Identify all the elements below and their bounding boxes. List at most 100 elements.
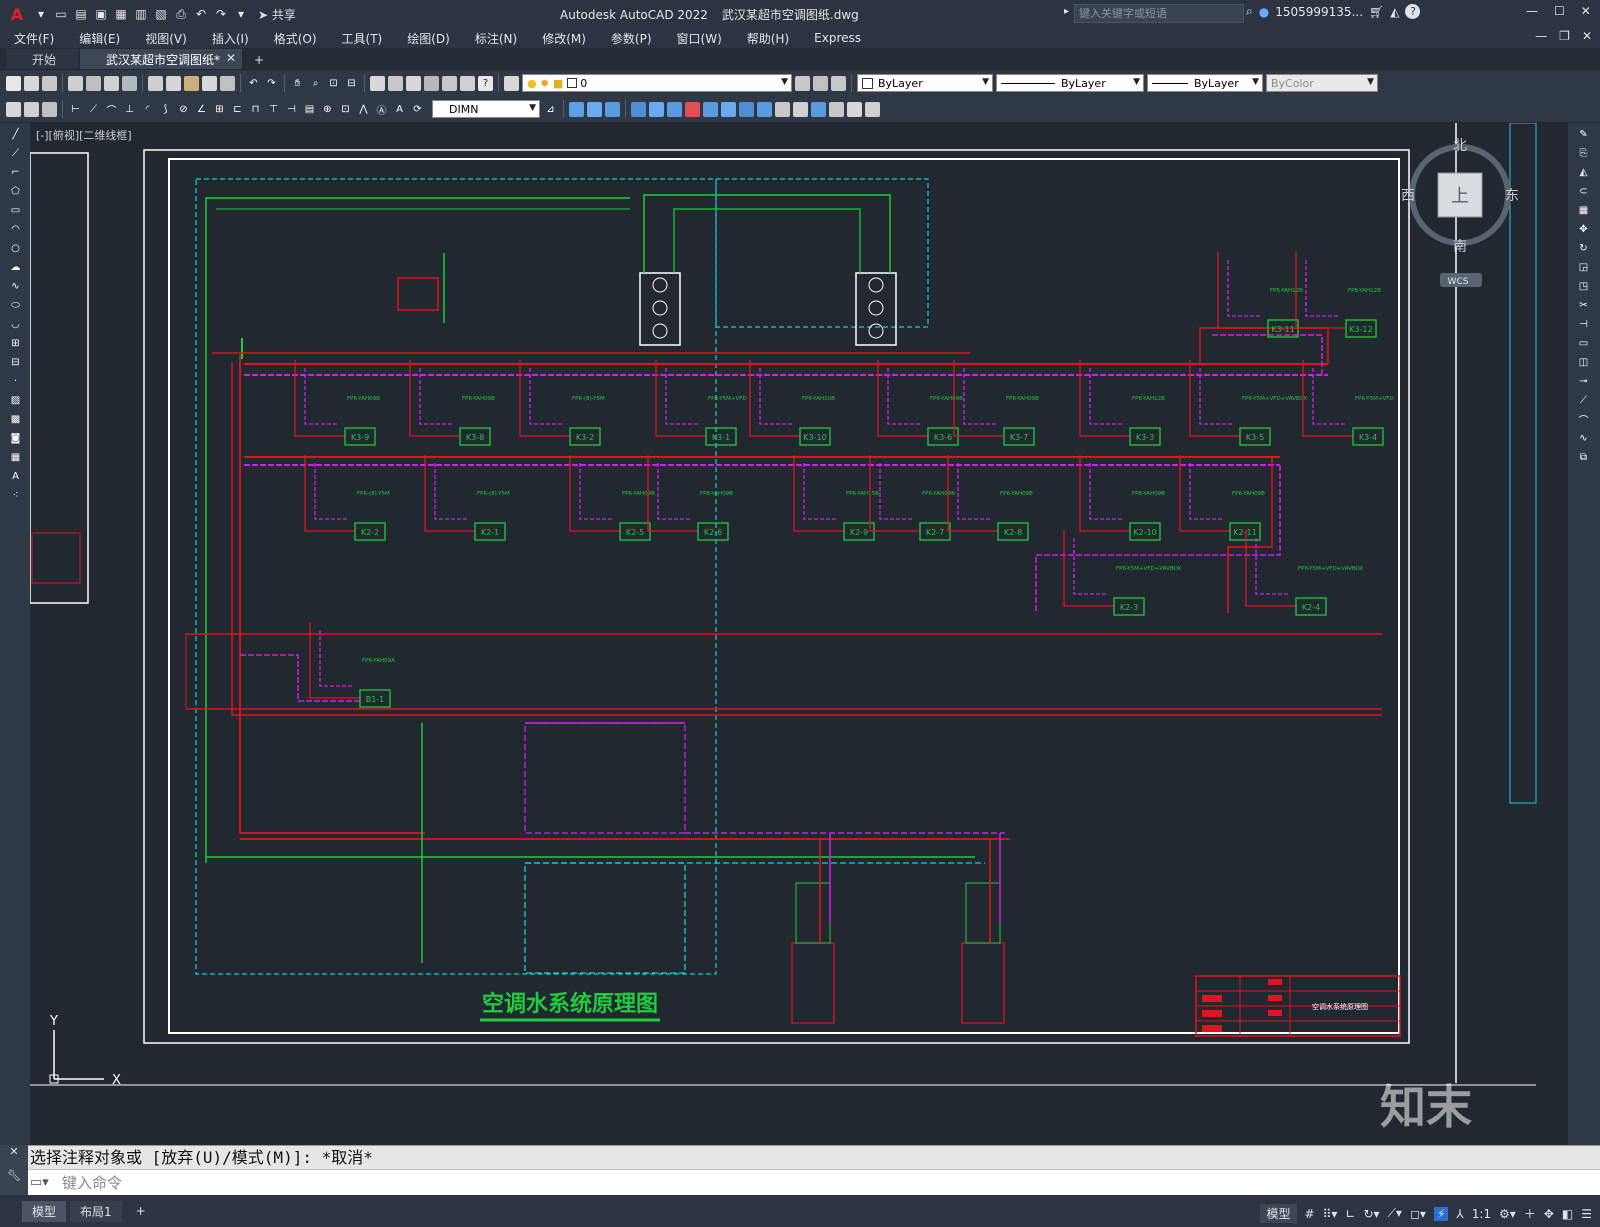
properties-icon[interactable] — [865, 101, 880, 117]
annotation-scale-icon[interactable]: ⅄ — [1456, 1207, 1463, 1221]
plus-icon[interactable]: ＋ — [1524, 1205, 1536, 1222]
search-input[interactable]: 键入关键字或短语 — [1074, 4, 1244, 23]
dropdown-arrow-icon[interactable]: ▾ — [32, 5, 50, 23]
menu-draw[interactable]: 绘图(D) — [407, 30, 450, 47]
revcloud-icon[interactable]: ☁ — [8, 260, 23, 275]
calculator-icon[interactable] — [460, 75, 475, 91]
tab-start[interactable]: 开始 — [6, 49, 79, 69]
help-icon[interactable]: ? — [1405, 4, 1421, 19]
fillet-icon[interactable] — [829, 101, 844, 117]
dim-linear-icon[interactable]: ⊢ — [68, 102, 83, 117]
dimstyle-dropdown[interactable]: DIMN ▼ — [432, 100, 540, 118]
zoom-window-icon[interactable]: ⊡ — [326, 76, 341, 91]
dimstyle-icon[interactable]: ⊿ — [543, 102, 558, 117]
menu-dimension[interactable]: 标注(N) — [475, 30, 517, 47]
plot-preview-icon[interactable] — [86, 75, 101, 91]
grid-icon[interactable]: # — [1305, 1207, 1315, 1221]
markup-icon[interactable] — [442, 75, 457, 91]
isodraft-icon[interactable]: ⟋▾ — [1388, 1206, 1402, 1221]
tool-icon[interactable] — [24, 101, 39, 117]
dim-baseline-icon[interactable]: ⊏ — [230, 102, 245, 117]
layer-properties-icon[interactable] — [504, 75, 519, 91]
compass-south[interactable]: 南 — [1453, 239, 1467, 255]
save-icon[interactable]: ▣ — [92, 5, 110, 23]
share-button[interactable]: ➤ 共享 — [258, 6, 296, 23]
dim-aligned-icon[interactable]: ⟋ — [86, 102, 101, 117]
redo-icon[interactable]: ↷ — [212, 5, 230, 23]
compass-north[interactable]: 北 — [1453, 138, 1467, 154]
plotstyle-dropdown[interactable]: ByColor ▼ — [1266, 74, 1378, 92]
drawing-canvas[interactable]: [-][俯视][二维线框] 空调水系统原理图 空调水系统原理图 K3-9 FP6… — [30, 123, 1568, 1145]
array-icon[interactable] — [649, 101, 664, 117]
menu-view[interactable]: 视图(V) — [145, 30, 187, 47]
menu-window[interactable]: 窗口(W) — [677, 30, 722, 47]
open-folder-icon[interactable]: ▤ — [72, 5, 90, 23]
match-properties-icon[interactable] — [202, 75, 217, 91]
ortho-icon[interactable]: ∟ — [1345, 1207, 1355, 1221]
open-web-icon[interactable]: ▥ — [132, 5, 150, 23]
tab-close-icon[interactable]: ✕ — [226, 51, 236, 65]
redo-icon[interactable]: ↷ — [264, 76, 279, 91]
trim-icon[interactable] — [739, 101, 754, 117]
compass-west[interactable]: 西 — [1401, 188, 1415, 204]
compass-east[interactable]: 东 — [1505, 188, 1519, 204]
polygon-icon[interactable]: ⬠ — [8, 184, 23, 199]
dim-diameter-icon[interactable]: ⊘ — [176, 102, 191, 117]
circle-icon[interactable]: ○ — [8, 241, 23, 256]
doc-close-icon[interactable]: ✕ — [1582, 29, 1592, 43]
erase-icon[interactable] — [569, 101, 584, 117]
scale-icon[interactable]: ◲ — [1576, 260, 1591, 275]
user-name[interactable]: 1505999135... — [1275, 5, 1363, 19]
stretch-icon[interactable]: ◳ — [1576, 279, 1591, 294]
isolate-icon[interactable]: ◧ — [1562, 1207, 1573, 1221]
doc-restore-icon[interactable]: ❐ — [1559, 29, 1570, 43]
hatch-icon[interactable]: ▨ — [8, 393, 23, 408]
inspection-icon[interactable]: ⊡ — [338, 102, 353, 117]
linetype-dropdown[interactable]: ByLayer ▼ — [996, 74, 1144, 92]
zoom-previous-icon[interactable]: ⊟ — [344, 76, 359, 91]
save-web-icon[interactable]: ▧ — [152, 5, 170, 23]
break-point-icon[interactable]: ▭ — [1576, 336, 1591, 351]
paste-icon[interactable] — [184, 75, 199, 91]
dim-update-icon[interactable]: ⟳ — [410, 102, 425, 117]
copy-icon[interactable] — [166, 75, 181, 91]
customization-menu-icon[interactable]: ☰ — [1581, 1207, 1592, 1221]
mtext-icon[interactable]: A — [8, 469, 23, 484]
undo-icon[interactable]: ↶ — [192, 5, 210, 23]
table-icon[interactable]: ▦ — [8, 450, 23, 465]
rectangle-icon[interactable]: ▭ — [8, 203, 23, 218]
array-icon[interactable]: ▦ — [1576, 203, 1591, 218]
trim-icon[interactable]: ✂ — [1576, 298, 1591, 313]
ellipse-arc-icon[interactable]: ◡ — [8, 317, 23, 332]
offset-icon[interactable]: ⊂ — [1576, 184, 1591, 199]
dim-edit-icon[interactable]: Ⓐ — [374, 102, 389, 117]
layer-dropdown[interactable]: ● ✹ ■ 0 ▼ — [522, 74, 792, 92]
tolerance-icon[interactable]: ▤ — [302, 102, 317, 117]
menu-insert[interactable]: 插入(I) — [212, 30, 249, 47]
lineweight-dropdown[interactable]: ByLayer ▼ — [1147, 74, 1263, 92]
snap-icon[interactable]: ⠿▾ — [1323, 1207, 1338, 1221]
new-file-icon[interactable]: ▭ — [52, 5, 70, 23]
dim-arc-icon[interactable]: ⌒ — [104, 102, 119, 117]
annotation-visibility-icon[interactable]: ⚡︎ — [1433, 1206, 1449, 1221]
close-icon[interactable]: ✕ — [1581, 4, 1591, 18]
rotate-icon[interactable]: ↻ — [1576, 241, 1591, 256]
tab-layout1[interactable]: 布局1 — [70, 1200, 122, 1222]
model-space-button[interactable]: 模型 — [1260, 1204, 1297, 1223]
menu-parametric[interactable]: 参数(P) — [611, 30, 652, 47]
block-editor-icon[interactable] — [220, 75, 235, 91]
zoom-realtime-icon[interactable]: ⌕ — [308, 76, 323, 91]
point-icon[interactable]: · — [8, 374, 23, 389]
command-customize-icon[interactable]: 🔧︎ — [0, 1169, 28, 1195]
layer-states-icon[interactable] — [831, 75, 846, 91]
doc-minimize-icon[interactable]: — — [1535, 29, 1547, 43]
add-selected-icon[interactable]: ⁖ — [8, 488, 23, 503]
construction-line-icon[interactable]: ⟋ — [8, 146, 23, 161]
explode-icon[interactable] — [847, 101, 862, 117]
explode-icon[interactable]: ⧉ — [1576, 450, 1591, 465]
autodesk-app-icon[interactable]: ◭ — [1390, 5, 1399, 19]
scale-icon[interactable] — [703, 101, 718, 117]
dim-space-icon[interactable]: ⊤ — [266, 102, 281, 117]
dim-jogged-icon[interactable]: ⟆ — [158, 102, 173, 117]
join-icon[interactable]: ⊸ — [1576, 374, 1591, 389]
